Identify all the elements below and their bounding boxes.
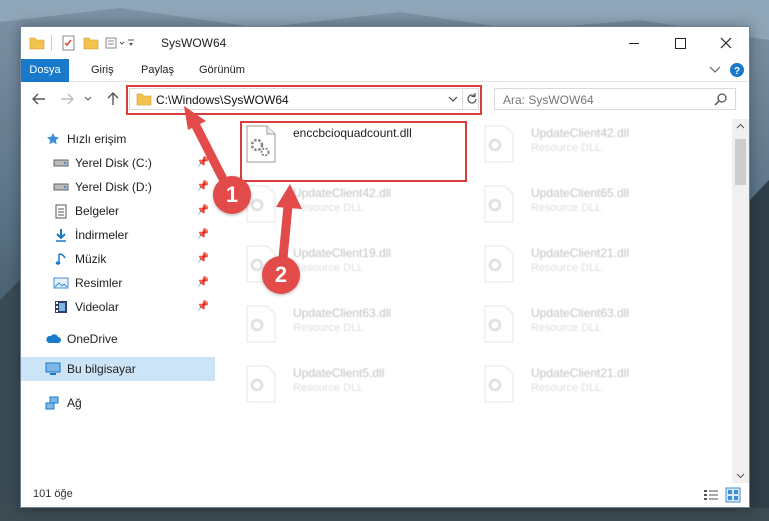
annotation-arrows xyxy=(184,106,302,263)
step-1-badge: 1 xyxy=(213,176,251,214)
step-2-badge: 2 xyxy=(262,256,300,294)
